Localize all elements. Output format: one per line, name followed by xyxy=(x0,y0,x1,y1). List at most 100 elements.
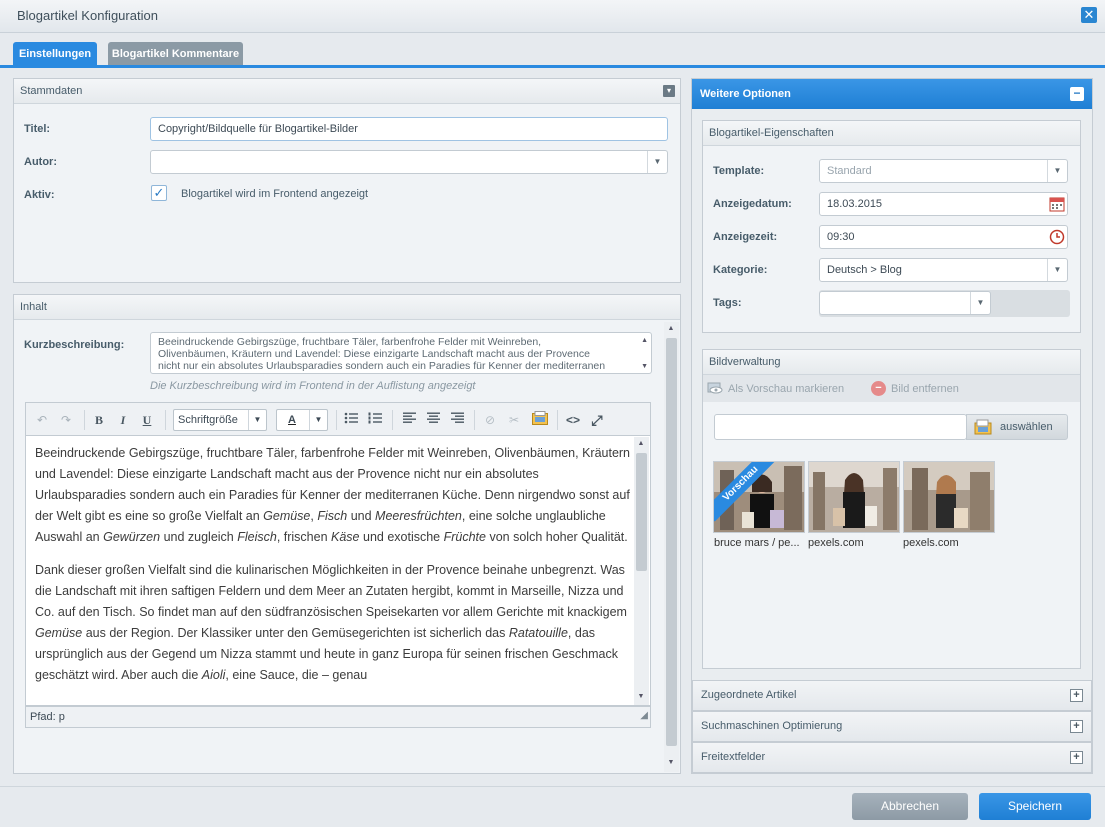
title-input[interactable]: Copyright/Bildquelle für Blogartikel-Bil… xyxy=(150,117,668,141)
bildverwaltung-title: Bildverwaltung xyxy=(709,356,781,368)
bullet-list-icon[interactable] xyxy=(343,411,359,429)
date-label: Anzeigedatum: xyxy=(713,198,792,210)
font-color-select[interactable]: A ▼ xyxy=(276,409,328,431)
section-title: Suchmaschinen Optimierung xyxy=(701,720,843,732)
scroll-down-icon[interactable]: ▼ xyxy=(635,693,647,700)
date-value: 18.03.2015 xyxy=(827,198,883,210)
resize-handle-icon[interactable]: ◢ xyxy=(640,706,648,726)
editor-paragraph: Dank dieser großen Vielfalt sind die kul… xyxy=(35,563,627,682)
short-desc-hint: Die Kurzbeschreibung wird im Frontend in… xyxy=(150,380,476,392)
italic-button[interactable]: I xyxy=(116,411,130,429)
remove-image-button[interactable]: Bild entfernen xyxy=(891,383,959,395)
scroll-down-icon[interactable]: ▼ xyxy=(665,759,677,766)
template-select[interactable]: Standard ▼ xyxy=(819,159,1068,183)
stammdaten-title: Stammdaten xyxy=(20,85,83,97)
image-thumbnail[interactable] xyxy=(903,461,995,533)
chevron-down-icon[interactable]: ▼ xyxy=(970,292,990,314)
cancel-button[interactable]: Abbrechen xyxy=(852,793,968,820)
bildverwaltung-header: Bildverwaltung xyxy=(703,350,1080,375)
inhalt-scrollbar[interactable]: ▲ ▼ xyxy=(664,322,679,772)
inhalt-title: Inhalt xyxy=(20,301,47,313)
section-suchmaschinen-optimierung[interactable]: Suchmaschinen Optimierung + xyxy=(692,711,1092,742)
image-icon[interactable] xyxy=(531,411,549,429)
time-input[interactable]: 09:30 xyxy=(819,225,1068,249)
chevron-down-icon[interactable]: ▼ xyxy=(248,410,266,430)
scroll-up-icon[interactable]: ▲ xyxy=(635,440,647,447)
undo-icon[interactable]: ↶ xyxy=(35,411,49,429)
weitere-optionen-title: Weitere Optionen xyxy=(700,88,791,100)
weitere-optionen-header[interactable]: Weitere Optionen − xyxy=(692,79,1092,109)
toolbar-divider xyxy=(336,410,337,430)
short-desc-textarea[interactable]: Beeindruckende Gebirgszüge, fruchtbare T… xyxy=(150,332,652,374)
scroll-down-icon[interactable]: ▼ xyxy=(641,361,648,373)
toolbar-divider xyxy=(474,410,475,430)
tab-einstellungen[interactable]: Einstellungen xyxy=(13,42,97,66)
tags-select[interactable]: ▼ xyxy=(819,291,991,315)
active-checkbox[interactable]: ✓ xyxy=(151,185,167,201)
chevron-down-icon[interactable]: ▼ xyxy=(647,151,667,173)
image-label: pexels.com xyxy=(808,537,864,549)
close-icon[interactable]: ✕ xyxy=(1081,7,1097,23)
eigenschaften-title: Blogartikel-Eigenschaften xyxy=(709,127,834,139)
author-label: Autor: xyxy=(24,156,57,168)
calendar-icon[interactable] xyxy=(1049,196,1065,212)
active-label: Aktiv: xyxy=(24,189,55,201)
align-right-icon[interactable] xyxy=(449,411,465,429)
unlink-icon[interactable]: ✂ xyxy=(506,411,522,429)
clock-icon[interactable] xyxy=(1049,229,1065,245)
editor-path: Pfad: p xyxy=(30,711,65,723)
tab-underline xyxy=(0,65,1105,68)
eigenschaften-header: Blogartikel-Eigenschaften xyxy=(703,121,1080,146)
font-size-select[interactable]: Schriftgröße ▼ xyxy=(173,409,267,431)
author-select[interactable]: ▼ xyxy=(150,150,668,174)
source-code-icon[interactable]: <> xyxy=(564,411,582,429)
mark-preview-button[interactable]: Als Vorschau markieren xyxy=(728,383,844,395)
image-label: pexels.com xyxy=(903,537,959,549)
window-title: Blogartikel Konfiguration xyxy=(17,8,158,23)
scroll-thumb[interactable] xyxy=(636,453,647,571)
collapse-icon[interactable]: − xyxy=(1070,87,1084,101)
active-checkbox-label: Blogartikel wird im Frontend angezeigt xyxy=(181,188,369,200)
date-input[interactable]: 18.03.2015 xyxy=(819,192,1068,216)
fullscreen-icon[interactable]: ⤢ xyxy=(588,411,606,429)
section-zugeordnete-artikel[interactable]: Zugeordnete Artikel + xyxy=(692,680,1092,711)
underline-button[interactable]: U xyxy=(140,411,154,429)
editor-content[interactable]: Beeindruckende Gebirgszüge, fruchtbare T… xyxy=(25,436,651,706)
image-label: bruce mars / pe... xyxy=(714,537,800,549)
short-desc-line: Olivenbäumen, Kräutern und Lavendel: Die… xyxy=(158,348,590,360)
scroll-thumb[interactable] xyxy=(666,338,677,746)
template-value: Standard xyxy=(827,165,872,177)
scroll-up-icon[interactable]: ▲ xyxy=(665,325,677,332)
editor-toolbar: ↶ ↷ B I U Schriftgröße ▼ A ▼ ⊘ ✂ <> ⤢ xyxy=(25,402,651,436)
expand-icon[interactable]: + xyxy=(1070,751,1083,764)
folder-image-icon xyxy=(974,419,992,444)
bold-button[interactable]: B xyxy=(92,411,106,429)
image-thumbnail[interactable] xyxy=(808,461,900,533)
image-path-input[interactable] xyxy=(714,414,967,440)
align-left-icon[interactable] xyxy=(401,411,417,429)
tab-blogartikel-kommentare[interactable]: Blogartikel Kommentare xyxy=(108,42,243,66)
select-image-button[interactable]: auswählen xyxy=(966,414,1068,440)
editor-scrollbar[interactable]: ▲ ▼ xyxy=(634,437,649,705)
collapse-icon[interactable]: ▾ xyxy=(663,85,675,97)
link-icon[interactable]: ⊘ xyxy=(482,411,498,429)
window-titlebar: Blogartikel Konfiguration ✕ xyxy=(0,0,1105,33)
category-select[interactable]: Deutsch > Blog ▼ xyxy=(819,258,1068,282)
tags-label: Tags: xyxy=(713,297,742,309)
chevron-down-icon[interactable]: ▼ xyxy=(1047,259,1067,281)
image-thumbnail[interactable]: Vorschau xyxy=(713,461,805,533)
expand-icon[interactable]: + xyxy=(1070,689,1083,702)
toolbar-divider xyxy=(557,410,558,430)
save-button[interactable]: Speichern xyxy=(979,793,1091,820)
numbered-list-icon[interactable] xyxy=(367,411,383,429)
remove-icon[interactable]: − xyxy=(871,381,886,396)
chevron-down-icon[interactable]: ▼ xyxy=(1047,160,1067,182)
align-center-icon[interactable] xyxy=(425,411,441,429)
redo-icon[interactable]: ↷ xyxy=(59,411,73,429)
stammdaten-header: Stammdaten ▾ xyxy=(14,79,680,104)
scroll-up-icon[interactable]: ▲ xyxy=(641,335,648,347)
short-desc-label: Kurzbeschreibung: xyxy=(24,339,125,351)
expand-icon[interactable]: + xyxy=(1070,720,1083,733)
chevron-down-icon[interactable]: ▼ xyxy=(309,410,327,430)
section-freitextfelder[interactable]: Freitextfelder + xyxy=(692,742,1092,773)
